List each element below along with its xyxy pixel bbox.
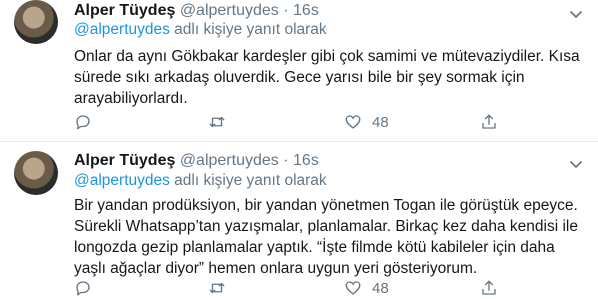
- like-count: 48: [372, 279, 389, 297]
- chevron-down-icon[interactable]: [568, 6, 584, 22]
- reply-icon: [76, 281, 90, 296]
- tweet[interactable]: Alper Tüydeş @alpertuydes · 16s @alpertu…: [0, 0, 598, 142]
- tweet-text-line: arayabiliyorlardı.: [74, 90, 188, 107]
- reply-mention-link[interactable]: @alpertuydes: [74, 21, 170, 38]
- timestamp[interactable]: 16s: [293, 2, 319, 19]
- retweet-button[interactable]: [208, 111, 226, 133]
- user-handle[interactable]: @alpertuydes: [180, 2, 279, 19]
- tweet-actions: 48: [74, 111, 574, 133]
- user-handle[interactable]: @alpertuydes: [180, 152, 279, 169]
- tweet-text-line: Sürekli Whatsapp’tan yazışmalar, planlam…: [74, 218, 578, 235]
- share-icon: [482, 280, 496, 295]
- timestamp[interactable]: 16s: [293, 152, 319, 169]
- tweet-header: Alper Tüydeş @alpertuydes · 16s: [74, 2, 319, 20]
- tweet-text-line: longozda gezip planlamalar yaptık. “İşte…: [74, 239, 555, 256]
- tweet[interactable]: Alper Tüydeş @alpertuydes · 16s @alpertu…: [0, 143, 598, 297]
- share-button[interactable]: [480, 111, 498, 133]
- replying-to: @alpertuydes adlı kişiye yanıt olarak: [74, 21, 327, 39]
- retweet-icon: [209, 282, 225, 294]
- reply-button[interactable]: [74, 111, 92, 133]
- replying-suffix: adlı kişiye yanıt olarak: [169, 172, 327, 189]
- like-button[interactable]: 48: [344, 277, 389, 299]
- chevron-down-icon[interactable]: [568, 156, 584, 172]
- like-button[interactable]: 48: [344, 111, 389, 133]
- reply-icon: [76, 115, 90, 130]
- avatar[interactable]: [14, 151, 58, 195]
- tweet-text-line: Onlar da aynı Gökbakar kardeşler gibi ço…: [74, 48, 580, 65]
- tweet-text-line: sürede sıkı arkadaş oluverdik. Gece yarı…: [74, 69, 525, 86]
- heart-icon: [345, 115, 361, 129]
- separator-dot: ·: [283, 2, 289, 19]
- heart-icon: [345, 281, 361, 295]
- avatar[interactable]: [14, 0, 58, 44]
- tweet-actions: 48: [74, 277, 574, 299]
- display-name[interactable]: Alper Tüydeş: [74, 152, 175, 169]
- separator-dot: ·: [283, 152, 289, 169]
- share-button[interactable]: [480, 277, 498, 299]
- replying-to: @alpertuydes adlı kişiye yanıt olarak: [74, 172, 327, 190]
- reply-mention-link[interactable]: @alpertuydes: [74, 172, 170, 189]
- tweet-text-line: yaşlı ağaçlar diyor” hemen onlara uygun …: [74, 260, 478, 277]
- tweet-header: Alper Tüydeş @alpertuydes · 16s: [74, 152, 319, 170]
- display-name[interactable]: Alper Tüydeş: [74, 2, 175, 19]
- reply-button[interactable]: [74, 277, 92, 299]
- tweet-text: Bir yandan prodüksiyon, bir yandan yönet…: [74, 195, 594, 279]
- tweet-text-line: Bir yandan prodüksiyon, bir yandan yönet…: [74, 197, 578, 214]
- tweet-text: Onlar da aynı Gökbakar kardeşler gibi ço…: [74, 46, 594, 109]
- retweet-icon: [209, 116, 225, 128]
- like-count: 48: [372, 113, 389, 131]
- share-icon: [482, 114, 496, 129]
- retweet-button[interactable]: [208, 277, 226, 299]
- replying-suffix: adlı kişiye yanıt olarak: [169, 21, 327, 38]
